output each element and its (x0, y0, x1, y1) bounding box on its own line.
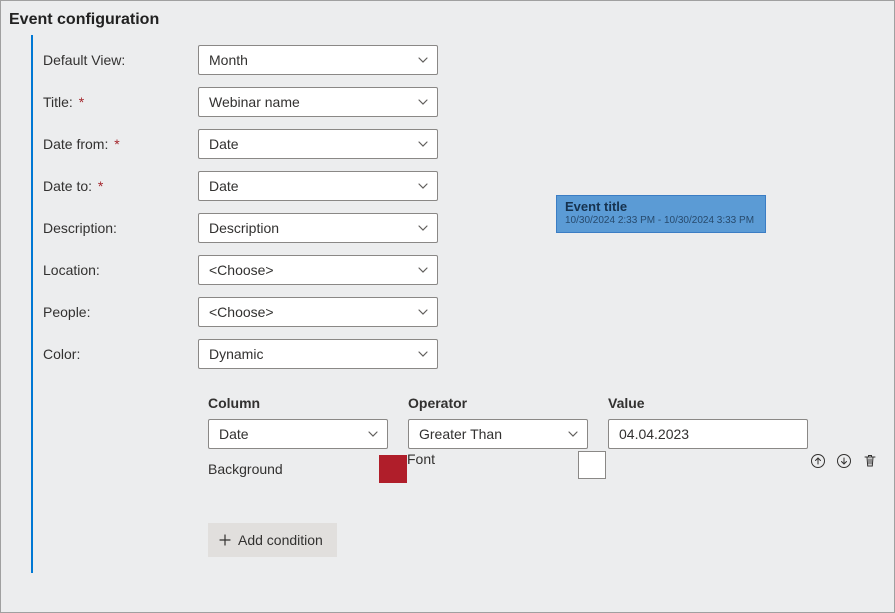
preview-time: 10/30/2024 2:33 PM - 10/30/2024 3:33 PM (565, 215, 757, 226)
move-up-icon[interactable] (808, 451, 828, 471)
chevron-down-icon (417, 138, 429, 150)
chevron-down-icon (417, 54, 429, 66)
chevron-down-icon (367, 428, 379, 440)
delete-icon[interactable] (860, 451, 880, 471)
row-description: Description: Description (43, 213, 894, 243)
condition-row: Date Greater Than (208, 419, 894, 449)
label-text: Date from: (43, 136, 108, 152)
select-date-from[interactable]: Date (198, 129, 438, 159)
condition-column-select[interactable]: Date (208, 419, 388, 449)
conditions-header: Column Operator Value (208, 395, 894, 411)
font-label: Font (407, 451, 572, 467)
label-text: Description: (43, 220, 117, 236)
background-label: Background (208, 455, 373, 477)
select-date-to[interactable]: Date (198, 171, 438, 201)
row-date-from: Date from: * Date (43, 129, 894, 159)
select-value: Webinar name (209, 94, 300, 110)
conditions-section: Column Operator Value Date Greater Than … (31, 385, 894, 573)
condition-row-actions (808, 451, 880, 471)
select-color[interactable]: Dynamic (198, 339, 438, 369)
select-value: Dynamic (209, 346, 263, 362)
plus-icon (218, 533, 232, 547)
label-text: Date to: (43, 178, 92, 194)
row-date-to: Date to: * Date (43, 171, 894, 201)
label-text: Default View: (43, 52, 125, 68)
select-people[interactable]: <Choose> (198, 297, 438, 327)
chevron-down-icon (417, 264, 429, 276)
event-configuration-panel: Event configuration Default View: Month … (0, 0, 895, 613)
select-value: Date (209, 136, 239, 152)
chevron-down-icon (417, 222, 429, 234)
condition-style-row: Background Font (208, 455, 894, 483)
required-mark: * (98, 178, 103, 194)
label-color: Color: (43, 346, 198, 362)
label-text: Color: (43, 346, 80, 362)
header-value: Value (608, 395, 818, 411)
condition-value-input[interactable] (608, 419, 808, 449)
select-value: <Choose> (209, 304, 274, 320)
select-value: Month (209, 52, 248, 68)
select-value: Greater Than (419, 426, 502, 442)
select-description[interactable]: Description (198, 213, 438, 243)
event-preview-card: Event title 10/30/2024 2:33 PM - 10/30/2… (556, 195, 766, 233)
row-title: Title: * Webinar name (43, 87, 894, 117)
label-location: Location: (43, 262, 198, 278)
background-color-swatch[interactable] (379, 455, 407, 483)
panel-heading: Event configuration (1, 1, 894, 35)
add-condition-label: Add condition (238, 532, 323, 548)
row-default-view: Default View: Month (43, 45, 894, 75)
select-default-view[interactable]: Month (198, 45, 438, 75)
label-text: Location: (43, 262, 100, 278)
row-location: Location: <Choose> (43, 255, 894, 285)
row-color: Color: Dynamic (43, 339, 894, 369)
label-default-view: Default View: (43, 52, 198, 68)
chevron-down-icon (417, 96, 429, 108)
select-value: Date (219, 426, 249, 442)
chevron-down-icon (417, 180, 429, 192)
select-title[interactable]: Webinar name (198, 87, 438, 117)
label-date-from: Date from: * (43, 136, 198, 152)
select-value: Date (209, 178, 239, 194)
preview-title: Event title (565, 199, 757, 214)
label-title: Title: * (43, 94, 198, 110)
required-mark: * (114, 136, 119, 152)
condition-operator-select[interactable]: Greater Than (408, 419, 588, 449)
select-value: Description (209, 220, 279, 236)
chevron-down-icon (567, 428, 579, 440)
header-operator: Operator (408, 395, 608, 411)
label-description: Description: (43, 220, 198, 236)
label-date-to: Date to: * (43, 178, 198, 194)
select-value: <Choose> (209, 262, 274, 278)
row-people: People: <Choose> (43, 297, 894, 327)
chevron-down-icon (417, 306, 429, 318)
chevron-down-icon (417, 348, 429, 360)
label-text: People: (43, 304, 90, 320)
add-condition-button[interactable]: Add condition (208, 523, 337, 557)
label-text: Title: (43, 94, 73, 110)
move-down-icon[interactable] (834, 451, 854, 471)
select-location[interactable]: <Choose> (198, 255, 438, 285)
font-color-swatch[interactable] (578, 451, 606, 479)
header-column: Column (208, 395, 408, 411)
label-people: People: (43, 304, 198, 320)
required-mark: * (79, 94, 84, 110)
